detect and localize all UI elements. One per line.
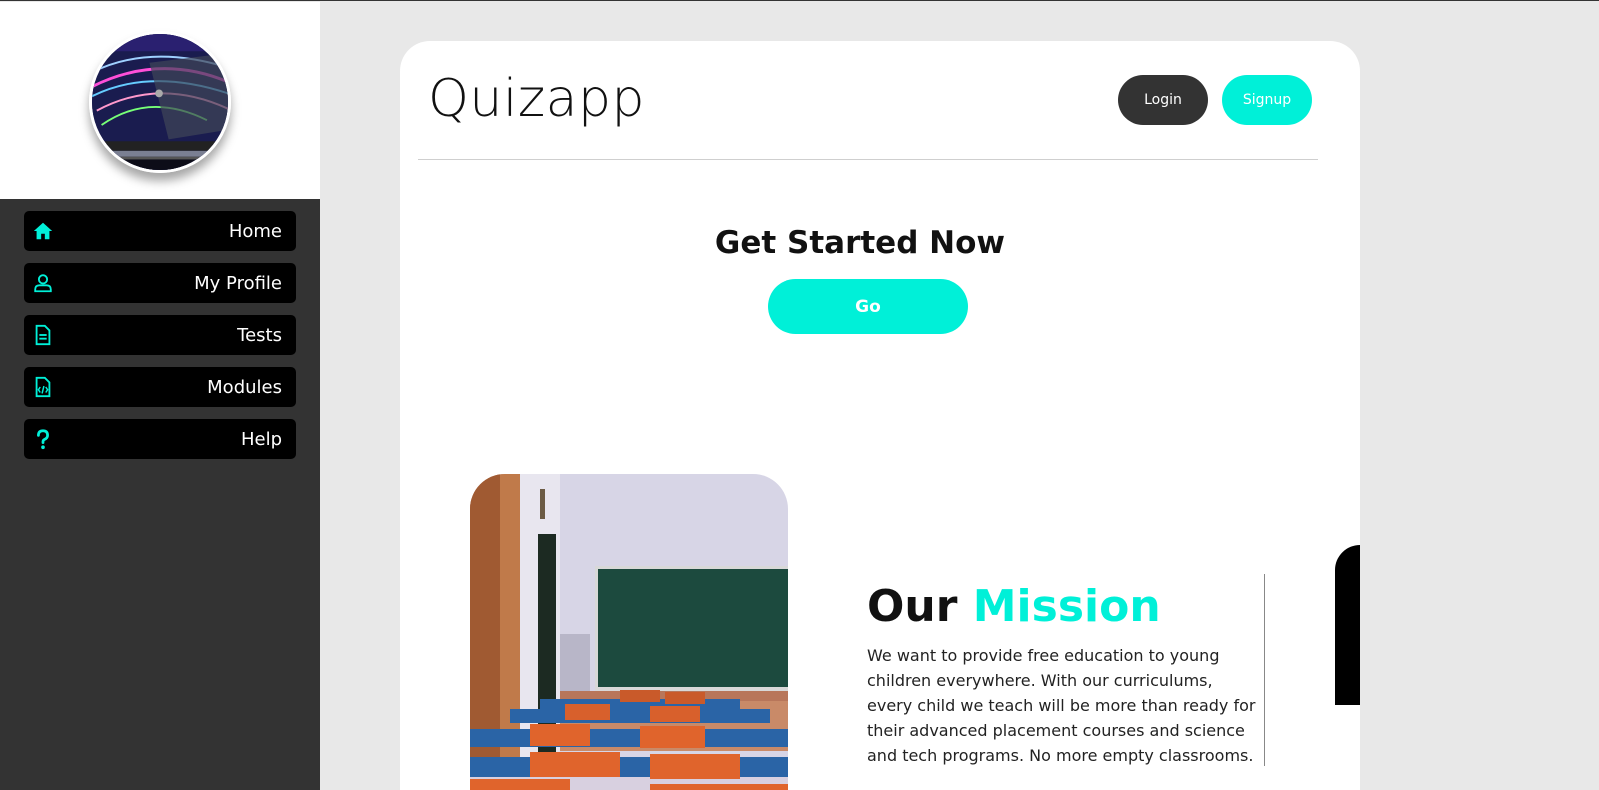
- mission-paragraph: We want to provide free education to you…: [867, 646, 1256, 765]
- avatar[interactable]: [89, 31, 231, 173]
- mission-heading: Our Mission: [867, 581, 1161, 632]
- main-card: Quizapp Login Signup Get Started Now Go: [400, 41, 1360, 790]
- sidebar: Home My Profile Tests Modules Help: [0, 2, 320, 790]
- sidebar-item-label: Tests: [237, 324, 282, 346]
- user-icon: [32, 272, 54, 294]
- document-icon: [32, 324, 54, 346]
- sidebar-item-label: Home: [228, 220, 282, 242]
- sidebar-nav: Home My Profile Tests Modules Help: [24, 211, 296, 471]
- mission-heading-part1: Our: [867, 581, 958, 632]
- vertical-divider: [1264, 574, 1265, 766]
- sidebar-item-help[interactable]: Help: [24, 419, 296, 459]
- login-button[interactable]: Login: [1118, 75, 1208, 125]
- sidebar-header: [0, 2, 320, 199]
- app-title: Quizapp: [428, 69, 646, 129]
- home-icon: [32, 220, 54, 242]
- code-file-icon: [32, 376, 54, 398]
- classroom-image: [470, 474, 788, 790]
- sidebar-item-tests[interactable]: Tests: [24, 315, 296, 355]
- side-tab: [1335, 545, 1360, 705]
- sidebar-item-label: Modules: [207, 376, 282, 398]
- sidebar-item-modules[interactable]: Modules: [24, 367, 296, 407]
- mission-heading-part2: Mission: [972, 581, 1161, 632]
- signup-button[interactable]: Signup: [1222, 75, 1312, 125]
- sidebar-item-home[interactable]: Home: [24, 211, 296, 251]
- header-divider: [418, 159, 1318, 160]
- sidebar-item-my-profile[interactable]: My Profile: [24, 263, 296, 303]
- sidebar-item-label: My Profile: [194, 272, 282, 294]
- question-icon: [32, 428, 54, 450]
- sidebar-item-label: Help: [240, 428, 282, 450]
- go-button[interactable]: Go: [768, 279, 968, 334]
- cta-heading: Get Started Now: [714, 225, 1006, 261]
